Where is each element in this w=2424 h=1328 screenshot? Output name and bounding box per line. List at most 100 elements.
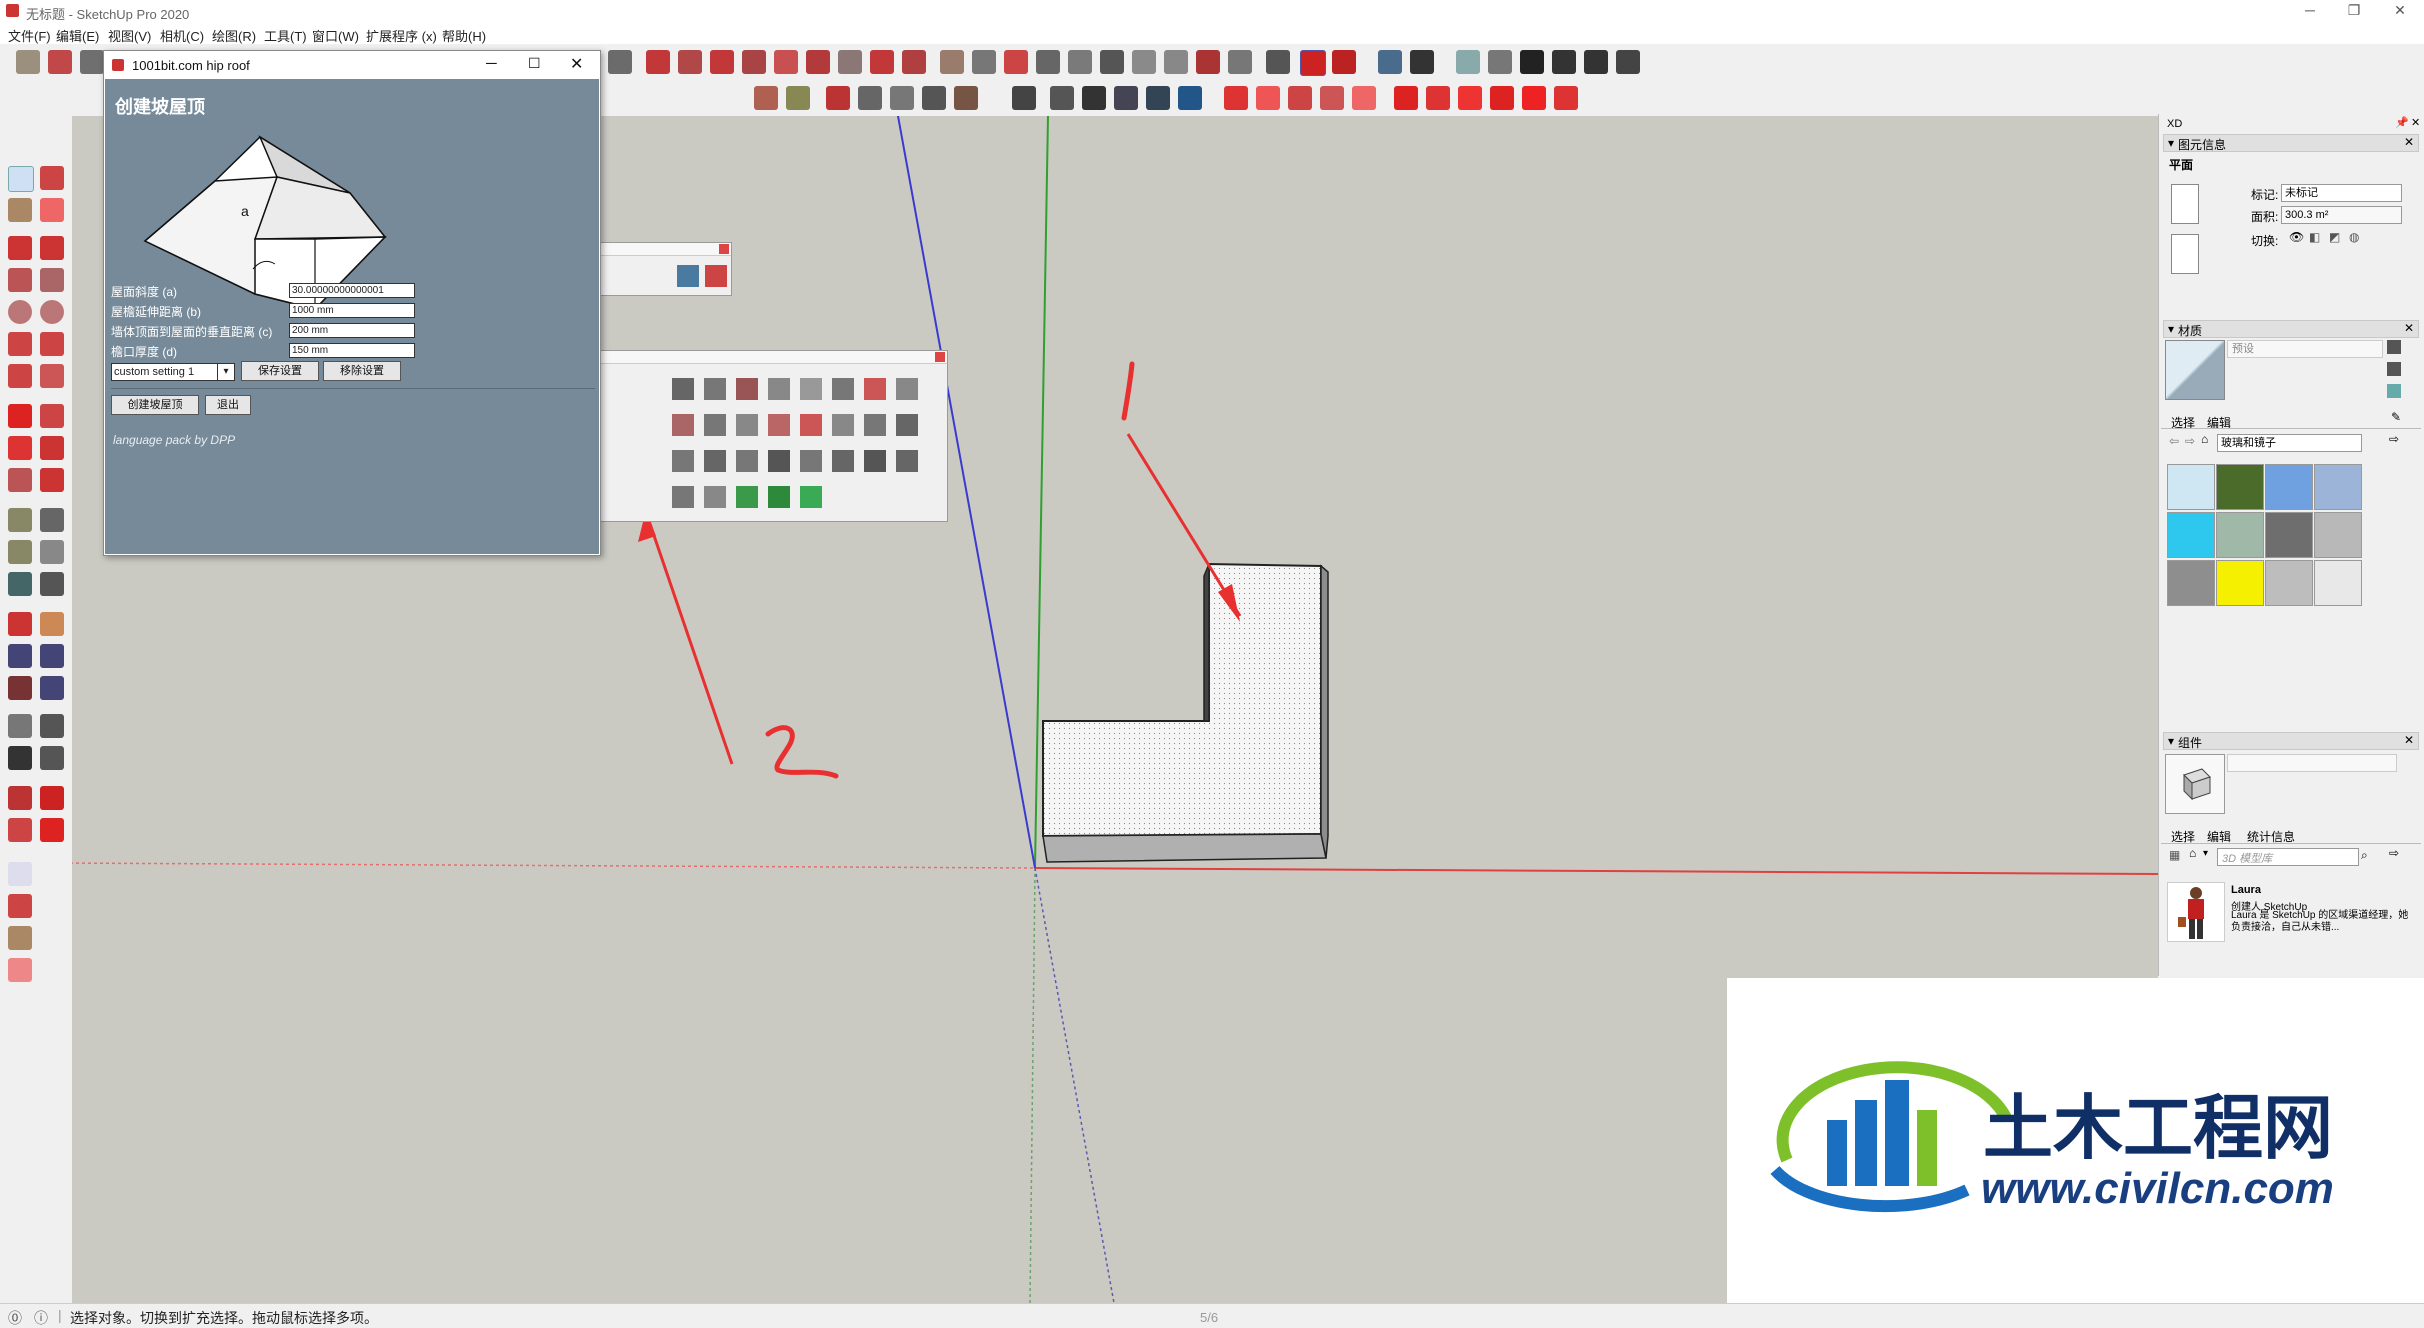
close-button[interactable]: ✕ [570, 54, 583, 74]
rectangle-icon[interactable] [8, 268, 32, 292]
fascia-thickness-field[interactable]: 150 mm [289, 343, 415, 358]
tape-measure-icon[interactable] [8, 508, 32, 532]
tool-icon[interactable] [672, 414, 694, 436]
chevron-down-icon[interactable]: ▾ [2203, 848, 2208, 859]
menu-extensions[interactable]: 扩展程序 (x) [366, 26, 437, 45]
shield-icon[interactable] [1426, 86, 1450, 110]
tool-icon[interactable] [1522, 86, 1546, 110]
material-swatch[interactable] [2314, 512, 2362, 558]
face-front-icon[interactable] [2171, 184, 2199, 224]
tape-icon[interactable] [80, 50, 104, 74]
tool-icon[interactable] [1256, 86, 1280, 110]
menu-tools[interactable]: 工具(T) [264, 26, 307, 45]
previous-view-icon[interactable] [40, 676, 64, 700]
material-swatch[interactable] [2216, 464, 2264, 510]
exit-button[interactable]: 退出 [205, 395, 251, 415]
tool-icon[interactable] [1012, 86, 1036, 110]
materials-header[interactable]: ▾ 材质 ✕ [2163, 320, 2419, 338]
text-icon[interactable] [40, 540, 64, 564]
tool-icon[interactable] [1132, 50, 1156, 74]
components-header[interactable]: ▾ 组件 ✕ [2163, 732, 2419, 750]
tool-icon[interactable] [672, 378, 694, 400]
tool-icon[interactable] [870, 50, 894, 74]
tool-icon[interactable] [1488, 50, 1512, 74]
tool-icon[interactable] [954, 86, 978, 110]
tool-icon[interactable] [678, 50, 702, 74]
tool-icon[interactable] [922, 86, 946, 110]
tool-icon[interactable] [1552, 50, 1576, 74]
info-icon[interactable]: ⓘ [34, 1308, 48, 1328]
material-name-field[interactable]: 预设 [2227, 340, 2383, 358]
eraser-icon[interactable] [40, 198, 64, 222]
tool-icon[interactable] [768, 414, 790, 436]
material-swatch[interactable] [2265, 560, 2313, 606]
close-icon[interactable]: ✕ [2411, 116, 2420, 129]
axes-icon[interactable] [8, 572, 32, 596]
tool-icon[interactable] [704, 450, 726, 472]
georeference-icon[interactable]: ⓪ [8, 1308, 22, 1328]
dimension-icon[interactable] [40, 508, 64, 532]
follow-me-icon[interactable] [40, 436, 64, 460]
tool-icon[interactable] [736, 414, 758, 436]
arc3-icon[interactable] [8, 364, 32, 388]
laura-thumbnail[interactable] [2167, 882, 2225, 942]
tool-icon[interactable] [1224, 86, 1248, 110]
share-model-icon[interactable] [40, 786, 64, 810]
rotate-icon[interactable] [8, 436, 32, 460]
menu-help[interactable]: 帮助(H) [442, 26, 486, 45]
tool-icon[interactable] [1050, 86, 1074, 110]
slope-field[interactable]: 30.00000000000001 [289, 283, 415, 298]
material-swatch[interactable] [2265, 512, 2313, 558]
walk-icon[interactable] [8, 746, 32, 770]
component-name-field[interactable] [2227, 754, 2397, 772]
house-icon[interactable] [1410, 50, 1434, 74]
tool-icon[interactable] [704, 378, 726, 400]
tool-icon[interactable] [1082, 86, 1106, 110]
tool-icon[interactable] [1178, 86, 1202, 110]
material-swatch[interactable] [2265, 464, 2313, 510]
warehouse-icon[interactable] [8, 786, 32, 810]
arc-icon[interactable] [8, 332, 32, 356]
paint-bucket-icon[interactable] [8, 198, 32, 222]
preset-select[interactable]: custom setting 1 [111, 363, 225, 381]
eraser-icon[interactable] [8, 958, 32, 982]
section-plane-icon[interactable] [40, 746, 64, 770]
circle-icon[interactable] [8, 300, 32, 324]
tool-icon[interactable] [736, 378, 758, 400]
default-material-icon[interactable] [2387, 362, 2401, 376]
component-icon[interactable] [8, 894, 32, 918]
tool-icon[interactable] [768, 378, 790, 400]
freehand-icon[interactable] [40, 236, 64, 260]
material-swatch[interactable] [2167, 560, 2215, 606]
tool-icon[interactable] [672, 450, 694, 472]
3d-text-icon[interactable] [1266, 50, 1290, 74]
eave-extension-field[interactable]: 1000 mm [289, 303, 415, 318]
home-icon[interactable]: ⌂ [2189, 846, 2196, 860]
zoom-window-icon[interactable] [40, 644, 64, 668]
create-material-icon[interactable] [2387, 340, 2401, 354]
home-outline-icon[interactable] [1584, 50, 1608, 74]
tool-icon[interactable] [704, 486, 726, 508]
tool-icon[interactable] [742, 50, 766, 74]
tool-icon[interactable] [826, 86, 850, 110]
tool-icon[interactable] [838, 50, 862, 74]
details-arrow-icon[interactable]: ⇨ [2389, 432, 2399, 446]
look-around-icon[interactable] [40, 714, 64, 738]
roof-tool-icon[interactable] [677, 265, 699, 287]
tool-icon[interactable] [800, 414, 822, 436]
paint-bucket-icon[interactable] [8, 926, 32, 950]
tool-icon[interactable] [832, 378, 854, 400]
material-library-select[interactable]: 玻璃和镜子 [2217, 434, 2362, 452]
pan-icon[interactable] [40, 612, 64, 636]
tool-icon[interactable] [1490, 86, 1514, 110]
elephant-icon[interactable] [1554, 86, 1578, 110]
tool-icon[interactable] [858, 86, 882, 110]
remove-settings-button[interactable]: 移除设置 [323, 361, 401, 381]
close-button[interactable]: ✕ [2380, 2, 2420, 20]
tool-icon[interactable] [672, 486, 694, 508]
tool-icon[interactable] [896, 378, 918, 400]
3d-text-icon[interactable] [40, 572, 64, 596]
scale-icon[interactable] [8, 468, 32, 492]
zoom-extents-icon[interactable] [8, 676, 32, 700]
tool-icon[interactable] [1394, 86, 1418, 110]
